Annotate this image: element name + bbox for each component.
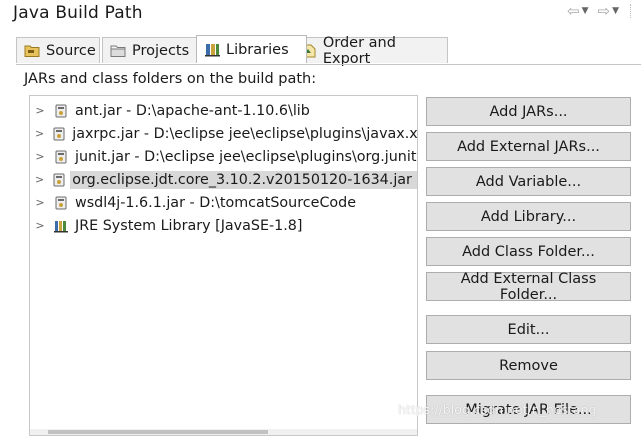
tree-item[interactable]: > jaxrpc.jar - D:\eclipse jee\eclipse\pl…	[30, 122, 418, 145]
scrollbar-thumb[interactable]	[48, 430, 268, 434]
tree-item[interactable]: > ant.jar - D:\apache-ant-1.10.6\lib	[30, 99, 417, 122]
migrate-jar-button[interactable]: Migrate JAR File...	[426, 395, 631, 424]
toolbar-separator	[630, 4, 635, 18]
tab-projects[interactable]: Projects	[102, 37, 211, 63]
expand-chevron-icon[interactable]: >	[35, 173, 44, 186]
add-variable-button[interactable]: Add Variable...	[426, 167, 631, 196]
horizontal-scrollbar[interactable]	[30, 429, 417, 435]
history-navigation: ⇦ ▼ ⇨ ▼	[567, 4, 635, 19]
tree-item-label: junit.jar - D:\eclipse jee\eclipse\plugi…	[75, 148, 417, 165]
expand-chevron-icon[interactable]: >	[35, 219, 45, 232]
add-library-button[interactable]: Add Library...	[426, 202, 631, 231]
forward-history-dropdown-icon[interactable]: ▼	[612, 4, 619, 18]
tab-source[interactable]: Source	[16, 37, 100, 63]
expand-chevron-icon[interactable]: >	[35, 150, 45, 163]
tab-order-and-export[interactable]: Order and Export	[293, 35, 448, 67]
tree-item-selected[interactable]: > org.eclipse.jdt.core_3.10.2.v20150120-…	[30, 168, 417, 191]
tree-item[interactable]: > junit.jar - D:\eclipse jee\eclipse\plu…	[30, 145, 417, 168]
tree-item[interactable]: > JRE System Library [JavaSE-1.8]	[30, 214, 417, 237]
tab-divider	[16, 64, 641, 65]
expand-chevron-icon[interactable]: >	[35, 104, 45, 117]
tree-item[interactable]: > wsdl4j-1.6.1.jar - D:\tomcatSourceCode	[30, 191, 417, 214]
expand-chevron-icon[interactable]: >	[35, 196, 45, 209]
projects-folder-icon	[109, 43, 127, 59]
add-external-jars-button[interactable]: Add External JARs...	[426, 132, 631, 161]
jar-icon	[53, 195, 69, 211]
add-jars-button[interactable]: Add JARs...	[426, 97, 631, 126]
tree-item-label: jaxrpc.jar - D:\eclipse jee\eclipse\plug…	[72, 125, 418, 142]
jar-icon	[53, 103, 69, 119]
jar-icon	[52, 172, 66, 188]
tree-item-label: ant.jar - D:\apache-ant-1.10.6\lib	[75, 102, 310, 119]
tree-item-label: wsdl4j-1.6.1.jar - D:\tomcatSourceCode	[75, 194, 357, 211]
libraries-icon	[203, 42, 221, 58]
jar-icon	[52, 126, 66, 142]
tab-libraries[interactable]: Libraries	[196, 35, 307, 63]
build-path-tree[interactable]: > ant.jar - D:\apache-ant-1.10.6\lib > j…	[29, 95, 418, 436]
back-history-dropdown-icon[interactable]: ▼	[582, 4, 589, 18]
expand-chevron-icon[interactable]: >	[35, 127, 44, 140]
jar-icon	[53, 149, 69, 165]
remove-button[interactable]: Remove	[426, 351, 631, 380]
add-external-class-folder-button[interactable]: Add External Class Folder...	[426, 271, 631, 303]
dialog-title: Java Build Path	[13, 3, 143, 23]
tree-item-label: org.eclipse.jdt.core_3.10.2.v20150120-16…	[70, 170, 417, 189]
tab-libraries-label: Libraries	[226, 41, 289, 58]
edit-button[interactable]: Edit...	[426, 315, 631, 344]
back-arrow-icon[interactable]: ⇦	[567, 4, 580, 19]
forward-arrow-icon[interactable]: ⇨	[598, 4, 611, 19]
tab-source-label: Source	[46, 42, 96, 59]
add-class-folder-button[interactable]: Add Class Folder...	[426, 237, 631, 266]
tab-projects-label: Projects	[132, 42, 190, 59]
libraries-heading: JARs and class folders on the build path…	[24, 71, 317, 87]
library-icon	[53, 218, 69, 234]
tree-item-label: JRE System Library [JavaSE-1.8]	[75, 217, 303, 234]
source-folder-icon	[23, 43, 41, 59]
tab-order-and-export-label: Order and Export	[322, 34, 396, 67]
